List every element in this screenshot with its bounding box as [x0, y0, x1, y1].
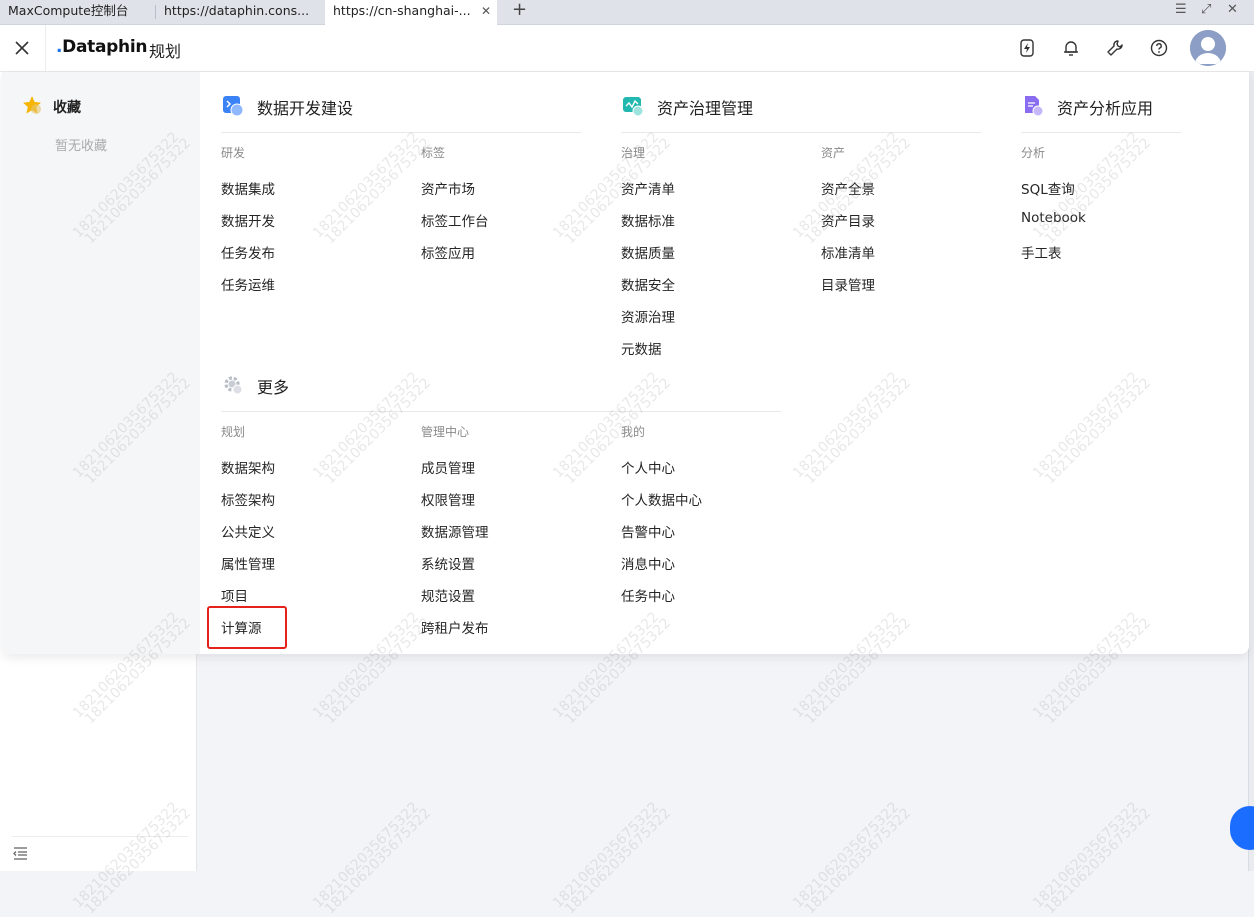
gear-icon [224, 376, 243, 395]
menu-item-resource-governance[interactable]: 资源治理 [621, 306, 675, 326]
menu-item-asset-overview[interactable]: 资产全景 [821, 178, 875, 198]
browser-tab-maxcompute[interactable]: MaxCompute控制台 [0, 0, 154, 24]
header-divider [45, 25, 46, 71]
menu-item-tag-architecture[interactable]: 标签架构 [221, 489, 275, 509]
menu-item-cross-tenant-publish[interactable]: 跨租户发布 [421, 617, 489, 637]
menu-item-system-settings[interactable]: 系统设置 [421, 553, 475, 573]
tab-label: https://dataphin.cons... [164, 3, 310, 18]
asset-governance-icon [623, 97, 644, 117]
watermark-text: 1821062035675322 [322, 805, 435, 917]
menu-item-manual-table[interactable]: 手工表 [1021, 242, 1062, 262]
column-head-management-center: 管理中心 [421, 425, 470, 439]
menu-item-notebook[interactable]: Notebook [1021, 210, 1086, 226]
menu-item-attribute-management[interactable]: 属性管理 [221, 553, 275, 573]
menu-item-data-development[interactable]: 数据开发 [221, 210, 275, 230]
menu-item-task-ops[interactable]: 任务运维 [221, 274, 275, 294]
menu-item-standard-list[interactable]: 标准清单 [821, 242, 875, 262]
floating-assistant-button[interactable] [1230, 806, 1254, 850]
sidebar-divider [12, 836, 188, 837]
section-divider [221, 132, 581, 133]
column-head-planning: 规划 [221, 425, 246, 439]
bell-icon[interactable] [1061, 38, 1081, 58]
watermark-text: 1821062035675322 [1030, 799, 1143, 912]
watermark-text: 1821062035675322 [790, 799, 903, 912]
tab-close-icon[interactable]: ✕ [481, 0, 491, 22]
collapse-sidebar-icon[interactable] [12, 846, 28, 860]
watermark-text: 1821062035675322 [1042, 805, 1155, 917]
watermark-text: 1821062035675322 [310, 799, 423, 912]
watermark-text: 1821062035675322 [802, 805, 915, 917]
menu-item-data-quality[interactable]: 数据质量 [621, 242, 675, 262]
menu-item-task-publish[interactable]: 任务发布 [221, 242, 275, 262]
tab-label: https://cn-shanghai-... [333, 3, 471, 18]
browser-tab-active[interactable]: https://cn-shanghai-... ✕ [325, 0, 497, 25]
menu-item-data-standards[interactable]: 数据标准 [621, 210, 675, 230]
menu-item-message-center[interactable]: 消息中心 [621, 553, 675, 573]
menu-item-projects[interactable]: 项目 [221, 585, 248, 605]
help-icon[interactable] [1149, 38, 1169, 58]
column-head-assets: 资产 [821, 146, 846, 160]
menu-item-permission-management[interactable]: 权限管理 [421, 489, 475, 509]
tab-label: MaxCompute控制台 [8, 3, 129, 18]
user-avatar-icon [1190, 30, 1226, 66]
favorites-empty-text: 暂无收藏 [55, 139, 108, 154]
menu-item-public-definitions[interactable]: 公共定义 [221, 521, 275, 541]
menu-item-data-architecture[interactable]: 数据架构 [221, 457, 275, 477]
section-title-data-dev: 数据开发建设 [257, 99, 354, 118]
column-head-analysis: 分析 [1021, 146, 1046, 160]
navigation-mega-menu: 收藏 暂无收藏 数据开发建设 研发 数据集成 数据开发 任务发布 任务运维 标签… [2, 72, 1249, 654]
menu-item-tag-application[interactable]: 标签应用 [421, 242, 475, 262]
data-dev-icon [223, 96, 244, 117]
star-icon [23, 96, 41, 114]
user-avatar[interactable] [1190, 30, 1226, 66]
lightning-icon[interactable] [1017, 38, 1037, 58]
highlight-box-compute-source [207, 606, 287, 649]
favorites-title: 收藏 [53, 100, 81, 116]
section-title-asset-analysis: 资产分析应用 [1057, 99, 1154, 118]
column-head-mine: 我的 [621, 425, 646, 439]
menu-item-sql-query[interactable]: SQL查询 [1021, 178, 1075, 198]
menu-item-personal-center[interactable]: 个人中心 [621, 457, 675, 477]
dataphin-logo[interactable]: .Dataphin [56, 37, 147, 57]
browser-tab-bar: MaxCompute控制台 https://dataphin.cons... h… [0, 0, 1254, 25]
page-title: 规划 [149, 42, 182, 61]
menu-item-alert-center[interactable]: 告警中心 [621, 521, 675, 541]
menu-item-tag-workbench[interactable]: 标签工作台 [421, 210, 489, 230]
section-divider [1021, 132, 1181, 133]
close-menu-icon[interactable] [12, 38, 32, 58]
menu-item-asset-market[interactable]: 资产市场 [421, 178, 475, 198]
watermark-text: 1821062035675322 [562, 805, 675, 917]
new-tab-icon[interactable]: + [512, 0, 527, 20]
window-menu-icon[interactable]: ☰ [1175, 2, 1187, 17]
asset-analysis-icon [1025, 96, 1044, 117]
window-close-icon[interactable]: ✕ [1227, 2, 1238, 17]
column-head-governance: 治理 [621, 146, 646, 160]
column-head-research: 研发 [221, 146, 246, 160]
browser-tab-dataphin-console[interactable]: https://dataphin.cons... [156, 0, 324, 24]
menu-item-catalog-management[interactable]: 目录管理 [821, 274, 875, 294]
menu-item-data-security[interactable]: 数据安全 [621, 274, 675, 294]
section-title-more: 更多 [257, 378, 290, 397]
menu-item-member-management[interactable]: 成员管理 [421, 457, 475, 477]
menu-item-spec-settings[interactable]: 规范设置 [421, 585, 475, 605]
section-divider [221, 411, 781, 412]
watermark-text: 1821062035675322 [550, 799, 663, 912]
logo-text: Dataphin [62, 37, 148, 57]
wrench-icon[interactable] [1105, 38, 1125, 58]
favorites-pane: 收藏 暂无收藏 [2, 72, 200, 654]
menu-item-personal-data-center[interactable]: 个人数据中心 [621, 489, 702, 509]
menu-item-task-center[interactable]: 任务中心 [621, 585, 675, 605]
section-title-asset-governance: 资产治理管理 [657, 99, 754, 118]
section-divider [621, 132, 981, 133]
menu-item-data-integration[interactable]: 数据集成 [221, 178, 275, 198]
menu-item-metadata[interactable]: 元数据 [621, 338, 662, 358]
menu-item-asset-catalog[interactable]: 资产目录 [821, 210, 875, 230]
menu-item-datasource-management[interactable]: 数据源管理 [421, 521, 489, 541]
column-head-tags: 标签 [421, 146, 446, 160]
menu-item-asset-inventory[interactable]: 资产清单 [621, 178, 675, 198]
app-header: .Dataphin 规划 [0, 25, 1254, 72]
window-restore-icon[interactable]: ⤢ [1201, 2, 1211, 17]
